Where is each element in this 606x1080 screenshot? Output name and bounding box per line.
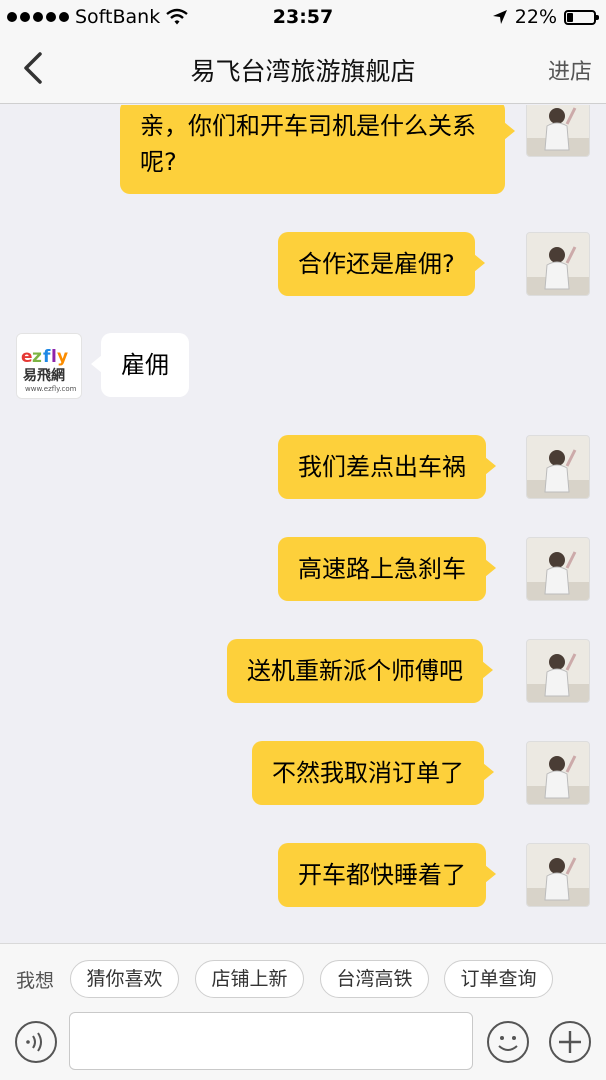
- svg-text:l: l: [51, 347, 57, 367]
- message-text: 我们差点出车祸: [298, 453, 466, 481]
- svg-text:y: y: [57, 347, 68, 367]
- message-bubble-outgoing[interactable]: 送机重新派个师傅吧: [227, 639, 493, 703]
- child-photo-icon: [527, 233, 589, 295]
- voice-icon: [26, 1032, 42, 1052]
- quick-chip-new[interactable]: 店铺上新: [195, 960, 304, 998]
- chat-area[interactable]: 亲，你们和开车司机是什么关系呢? 合作还是雇佣? e z f l y 易飛網 w…: [0, 105, 606, 943]
- emoji-button[interactable]: [486, 1020, 530, 1064]
- plus-icon: [559, 1031, 581, 1053]
- user-avatar[interactable]: [526, 843, 590, 907]
- svg-text:z: z: [32, 347, 42, 367]
- message-text: 亲，你们和开车司机是什么关系呢?: [140, 112, 476, 176]
- user-avatar[interactable]: [526, 105, 590, 157]
- enter-shop-button[interactable]: 进店: [548, 54, 592, 86]
- message-bubble-outgoing[interactable]: 合作还是雇佣?: [278, 232, 485, 296]
- status-bar: SoftBank 23:57 22%: [0, 0, 606, 34]
- bottom-panel: 我想 猜你喜欢 店铺上新 台湾高铁 订单查询: [0, 943, 606, 1080]
- user-avatar[interactable]: [526, 537, 590, 601]
- message-text: 高速路上急刹车: [298, 555, 466, 583]
- message-bubble-outgoing[interactable]: 我们差点出车祸: [278, 435, 496, 499]
- user-avatar[interactable]: [526, 435, 590, 499]
- quick-chip-rail[interactable]: 台湾高铁: [320, 960, 429, 998]
- user-avatar[interactable]: [526, 232, 590, 296]
- message-bubble-outgoing[interactable]: 高速路上急刹车: [278, 537, 496, 601]
- voice-button[interactable]: [14, 1020, 58, 1064]
- svg-text:f: f: [43, 347, 51, 367]
- message-bubble-incoming[interactable]: 雇佣: [91, 333, 189, 397]
- message-bubble-outgoing[interactable]: 不然我取消订单了: [252, 741, 494, 805]
- message-bubble-outgoing[interactable]: 开车都快睡着了: [278, 843, 496, 907]
- svg-text:易飛網: 易飛網: [23, 367, 65, 384]
- battery-percent: 22%: [514, 6, 557, 28]
- message-text: 开车都快睡着了: [298, 861, 466, 889]
- message-text: 雇佣: [121, 351, 169, 379]
- message-input[interactable]: [69, 1012, 473, 1070]
- message-text: 合作还是雇佣?: [298, 250, 455, 278]
- child-photo-icon: [527, 742, 589, 804]
- battery-icon: [564, 9, 599, 25]
- message-bubble-outgoing[interactable]: 亲，你们和开车司机是什么关系呢?: [120, 105, 515, 194]
- page-title: 易飞台湾旅游旗舰店: [190, 57, 416, 86]
- svg-text:www.ezfly.com: www.ezfly.com: [25, 385, 77, 393]
- user-avatar[interactable]: [526, 639, 590, 703]
- message-text: 送机重新派个师傅吧: [247, 657, 463, 685]
- nav-bar: 易飞台湾旅游旗舰店 进店: [0, 34, 606, 104]
- child-photo-icon: [527, 105, 589, 156]
- ezfly-logo-icon: e z f l y 易飛網 www.ezfly.com: [17, 334, 81, 398]
- plus-button[interactable]: [548, 1020, 592, 1064]
- emoji-icon: [498, 1036, 518, 1051]
- shop-avatar[interactable]: e z f l y 易飛網 www.ezfly.com: [16, 333, 82, 399]
- svg-text:e: e: [21, 347, 33, 367]
- status-right: 22%: [492, 6, 599, 28]
- user-avatar[interactable]: [526, 741, 590, 805]
- child-photo-icon: [527, 436, 589, 498]
- location-arrow-icon: [492, 10, 507, 24]
- quick-chip-order[interactable]: 订单查询: [444, 960, 553, 998]
- child-photo-icon: [527, 844, 589, 906]
- message-text: 不然我取消订单了: [272, 759, 464, 787]
- quick-reply-label: 我想: [16, 970, 55, 992]
- quick-chip-guess[interactable]: 猜你喜欢: [70, 960, 179, 998]
- child-photo-icon: [527, 640, 589, 702]
- child-photo-icon: [527, 538, 589, 600]
